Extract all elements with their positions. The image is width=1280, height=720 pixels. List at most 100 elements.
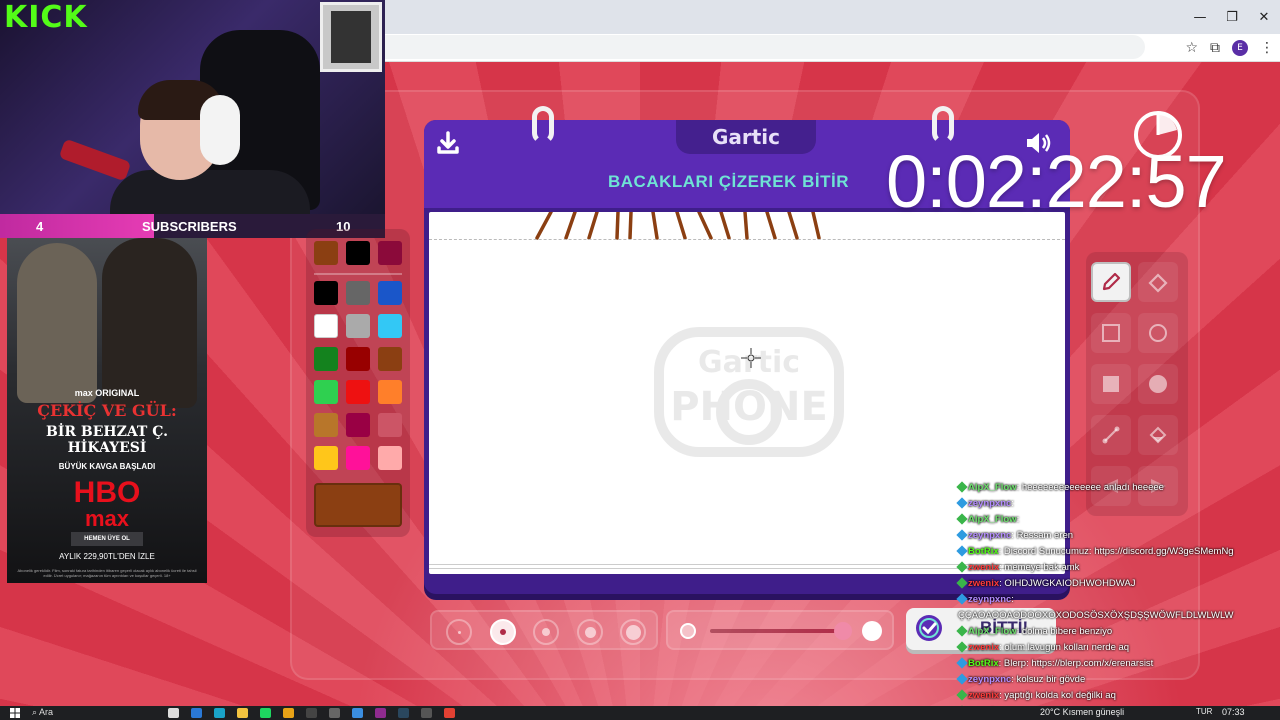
circle-fill-icon	[1149, 375, 1167, 393]
color-swatch[interactable]	[314, 281, 338, 305]
prompt-text: BACAKLARI ÇİZEREK BİTİR	[608, 172, 849, 191]
taskbar-clock[interactable]: 07:33	[1222, 707, 1245, 717]
download-icon[interactable]	[433, 128, 463, 158]
opacity-track[interactable]	[710, 629, 844, 633]
profile-avatar[interactable]: E	[1232, 40, 1248, 56]
chat-message: AlpX_Flow:	[956, 512, 1278, 528]
chat-message: zwenix: memeye bak amk	[956, 560, 1278, 576]
recent-color-swatch[interactable]	[378, 241, 402, 265]
rectangle-fill-tool[interactable]	[1091, 364, 1131, 404]
restore-icon[interactable]: ❐	[1216, 0, 1248, 34]
chat-overlay: AlpX_Flow: heeeeeeeeeeeeee anladı heeeee…	[956, 480, 1278, 720]
chat-badge-icon	[956, 673, 968, 686]
color-swatch[interactable]	[378, 446, 402, 470]
color-swatch[interactable]	[378, 314, 402, 338]
brush-size-4[interactable]	[577, 619, 603, 645]
circle-fill-tool[interactable]	[1138, 364, 1178, 404]
pencil-tool[interactable]	[1091, 262, 1131, 302]
color-swatch[interactable]	[314, 413, 338, 437]
color-swatch[interactable]	[346, 446, 370, 470]
color-swatch[interactable]	[378, 413, 402, 437]
opacity-slider-thumb[interactable]	[834, 622, 852, 640]
ad-tagline: BÜYÜK KAVGA BAŞLADI	[58, 462, 156, 471]
checkmark-icon	[916, 615, 942, 641]
chat-username[interactable]: zwenix	[968, 642, 999, 653]
fill-bucket-tool[interactable]	[1138, 415, 1178, 455]
app-icon[interactable]	[283, 708, 294, 718]
color-swatch[interactable]	[314, 314, 338, 338]
task-view-icon[interactable]	[168, 708, 179, 718]
recent-color-swatch[interactable]	[314, 241, 338, 265]
app-icon[interactable]	[306, 708, 317, 718]
chat-username[interactable]: BotRix	[968, 658, 999, 669]
spotify-icon[interactable]	[260, 708, 271, 718]
app-icon[interactable]	[375, 708, 386, 718]
color-swatch[interactable]	[314, 380, 338, 404]
color-swatch[interactable]	[346, 413, 370, 437]
steam-icon[interactable]	[398, 708, 409, 718]
chat-username[interactable]: zeynpxnc	[968, 498, 1011, 509]
chat-username[interactable]: zeynpxnc	[968, 674, 1011, 685]
color-swatch[interactable]	[346, 380, 370, 404]
recent-color-swatch[interactable]	[346, 241, 370, 265]
app-icon[interactable]	[191, 708, 202, 718]
bookmark-star-icon[interactable]: ☆	[1185, 40, 1198, 56]
ad-cta-button[interactable]: HEMEN ÜYE OL	[71, 532, 143, 546]
chat-username[interactable]: BotRix	[968, 546, 999, 557]
line-icon	[1102, 426, 1120, 444]
minimize-icon[interactable]: —	[1184, 0, 1216, 34]
eraser-tool[interactable]	[1138, 262, 1178, 302]
color-swatch[interactable]	[346, 347, 370, 371]
extensions-icon[interactable]: ⧉	[1210, 40, 1220, 56]
color-swatch[interactable]	[346, 281, 370, 305]
current-color-preview[interactable]	[314, 483, 402, 527]
fill-bucket-icon	[1149, 426, 1167, 444]
app-icon[interactable]	[421, 708, 432, 718]
palette-divider	[314, 273, 402, 275]
ad-logo-hbo: HBO	[73, 476, 141, 509]
color-swatch[interactable]	[378, 347, 402, 371]
taskbar-search[interactable]: ⌕ Ara	[32, 707, 53, 718]
chat-username[interactable]: zwenix	[968, 690, 999, 701]
chat-username[interactable]: zwenix	[968, 578, 999, 589]
color-swatch[interactable]	[378, 281, 402, 305]
brush-size-2[interactable]	[490, 619, 516, 645]
brush-size-5[interactable]	[620, 619, 646, 645]
windows-start-icon[interactable]	[10, 708, 20, 718]
input-language[interactable]: TUR	[1196, 707, 1212, 716]
chat-username[interactable]: zeynpxnc	[968, 530, 1011, 541]
color-swatch[interactable]	[378, 380, 402, 404]
color-swatch[interactable]	[346, 314, 370, 338]
rectangle-outline-icon	[1102, 324, 1120, 342]
address-bar[interactable]	[385, 35, 1145, 59]
chat-username[interactable]: AlpX_Flow	[968, 626, 1017, 637]
app-icon[interactable]	[352, 708, 363, 718]
line-tool[interactable]	[1091, 415, 1131, 455]
chat-username[interactable]: zwenix	[968, 562, 999, 573]
subscriber-progress-fill	[0, 214, 154, 238]
chrome-icon[interactable]	[444, 708, 455, 718]
chat-username[interactable]: zeynpxnc	[968, 594, 1011, 605]
chat-message: ÇÇAOAOOAODOOXOXODOSÖSXÖXŞDŞŞWÖWFLDLWLWLW	[958, 608, 1278, 624]
chat-username[interactable]: AlpX_Flow	[968, 514, 1017, 525]
color-swatch[interactable]	[314, 347, 338, 371]
ad-actor-left	[17, 243, 97, 403]
opacity-slider	[666, 610, 894, 650]
chat-username[interactable]: AlpX_Flow	[968, 482, 1017, 493]
chat-badge-icon	[956, 561, 968, 574]
rectangle-outline-tool[interactable]	[1091, 313, 1131, 353]
edge-icon[interactable]	[214, 708, 225, 718]
menu-kebab-icon[interactable]: ⋮	[1260, 40, 1274, 56]
close-icon[interactable]: ✕	[1248, 0, 1280, 34]
chat-text: ÇÇAOAOOAODOOXOXODOSÖSXÖXŞDŞŞWÖWFLDLWLWLW	[958, 610, 1234, 621]
window-controls: — ❐ ✕	[1184, 0, 1280, 34]
app-icon[interactable]	[329, 708, 340, 718]
file-explorer-icon[interactable]	[237, 708, 248, 718]
hbo-max-ad[interactable]: max ORIGINAL ÇEKİÇ VE GÜL: BİR BEHZAT Ç.…	[7, 238, 207, 583]
circle-outline-tool[interactable]	[1138, 313, 1178, 353]
brush-size-1[interactable]	[446, 619, 472, 645]
color-swatch[interactable]	[314, 446, 338, 470]
brush-size-3[interactable]	[533, 619, 559, 645]
chat-text: : memeye bak amk	[999, 562, 1080, 573]
weather-widget[interactable]: 20°C Kısmen güneşli	[1040, 707, 1124, 717]
